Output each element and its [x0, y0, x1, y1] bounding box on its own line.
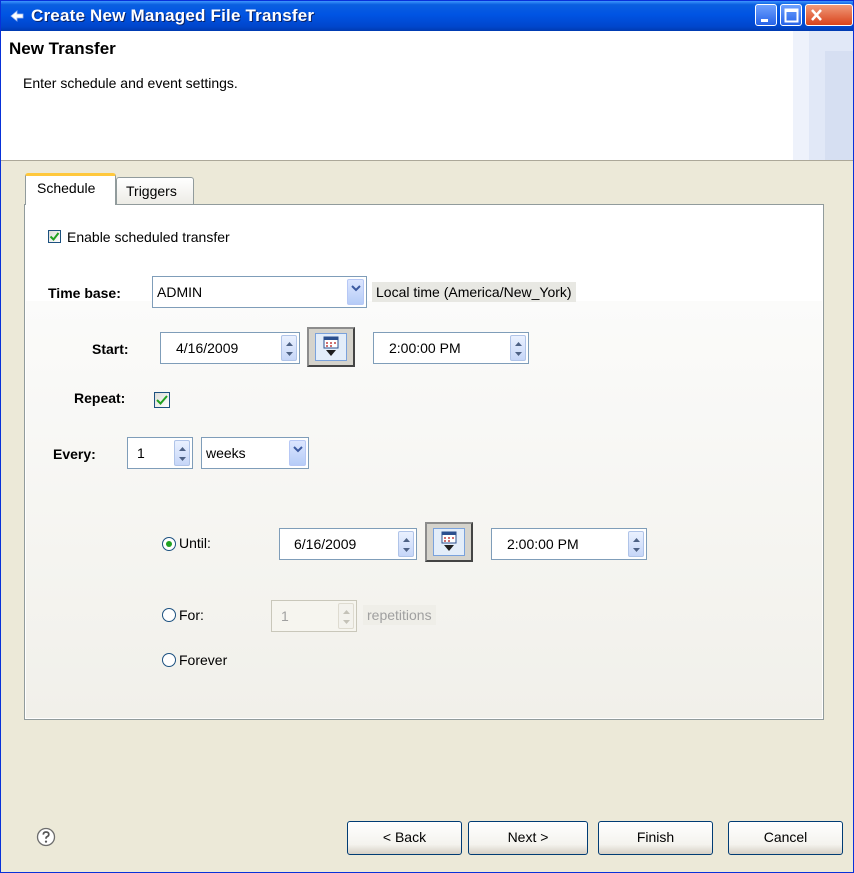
- close-button[interactable]: [805, 4, 853, 26]
- for-radio[interactable]: [162, 608, 176, 622]
- tab-triggers[interactable]: Triggers: [116, 177, 194, 205]
- page-title: New Transfer: [9, 39, 116, 58]
- until-radio[interactable]: [162, 537, 176, 551]
- enable-scheduled-transfer-checkbox[interactable]: [48, 230, 61, 243]
- app-icon: [10, 10, 24, 22]
- start-date-value: 4/16/2009: [176, 340, 239, 356]
- for-repetitions-spinner[interactable]: 1: [271, 600, 357, 632]
- repeat-checkbox[interactable]: [154, 392, 170, 408]
- forever-label: Forever: [179, 652, 228, 668]
- spinner-arrows-icon: [286, 342, 293, 356]
- chevron-down-icon: [293, 446, 303, 453]
- every-unit-select[interactable]: weeks: [201, 437, 309, 469]
- finish-button[interactable]: Finish: [598, 821, 713, 855]
- start-time-spinner[interactable]: 2:00:00 PM: [373, 332, 529, 364]
- every-value: 1: [137, 445, 145, 461]
- until-date-spin-buttons[interactable]: [398, 531, 414, 557]
- repeat-label: Repeat:: [74, 390, 126, 406]
- spinner-arrows-icon: [633, 538, 640, 552]
- page-description: Enter schedule and event settings.: [23, 75, 238, 91]
- until-date-spinner[interactable]: 6/16/2009: [279, 528, 417, 560]
- tab-schedule[interactable]: Schedule: [25, 173, 116, 205]
- forever-radio[interactable]: [162, 653, 176, 667]
- calendar-icon: [441, 531, 457, 551]
- start-date-spin-buttons[interactable]: [281, 335, 297, 361]
- time-base-value: ADMIN: [157, 284, 203, 300]
- dialog-window: Create New Managed File Transfer New Tra…: [0, 0, 854, 873]
- spinner-arrows-icon: [179, 447, 186, 461]
- header-banner-graphic: [793, 31, 853, 160]
- minimize-button[interactable]: [755, 4, 777, 26]
- until-date-calendar-button[interactable]: [425, 522, 473, 562]
- repetitions-label: repetitions: [363, 605, 436, 625]
- spinner-arrows-icon: [403, 538, 410, 552]
- for-value: 1: [281, 608, 289, 624]
- next-button[interactable]: Next >: [468, 821, 588, 855]
- start-date-calendar-button[interactable]: [307, 327, 355, 367]
- every-unit-dropdown-button[interactable]: [289, 440, 306, 466]
- time-zone-note: Local time (America/New_York): [372, 282, 576, 302]
- start-time-spin-buttons[interactable]: [510, 335, 526, 361]
- time-base-select[interactable]: ADMIN: [152, 276, 367, 308]
- every-label: Every:: [53, 446, 96, 462]
- every-unit-value: weeks: [206, 445, 246, 461]
- until-label: Until:: [179, 535, 211, 551]
- for-label: For:: [179, 607, 204, 623]
- help-icon[interactable]: [36, 827, 56, 847]
- wizard-header: New Transfer Enter schedule and event se…: [1, 31, 853, 161]
- every-value-spinner[interactable]: 1: [127, 437, 193, 469]
- start-label: Start:: [92, 341, 129, 357]
- tab-triggers-label: Triggers: [126, 183, 177, 199]
- minimize-icon: [761, 19, 768, 22]
- maximize-button[interactable]: [780, 4, 802, 26]
- close-icon: [811, 9, 822, 21]
- until-date-value: 6/16/2009: [294, 536, 357, 552]
- chevron-down-icon: [351, 285, 361, 292]
- until-time-spin-buttons[interactable]: [628, 531, 644, 557]
- radio-selected-dot: [166, 541, 172, 547]
- maximize-icon: [784, 8, 799, 23]
- until-time-value: 2:00:00 PM: [507, 536, 579, 552]
- window-title: Create New Managed File Transfer: [31, 6, 315, 25]
- until-time-spinner[interactable]: 2:00:00 PM: [491, 528, 647, 560]
- enable-scheduled-transfer-label: Enable scheduled transfer: [67, 229, 230, 245]
- start-date-spinner[interactable]: 4/16/2009: [160, 332, 300, 364]
- time-base-dropdown-button[interactable]: [347, 279, 364, 305]
- calendar-icon: [323, 336, 339, 356]
- title-bar[interactable]: Create New Managed File Transfer: [1, 1, 853, 31]
- checkmark-icon: [49, 232, 60, 242]
- spinner-arrows-icon: [515, 342, 522, 356]
- start-time-value: 2:00:00 PM: [389, 340, 461, 356]
- time-base-label: Time base:: [48, 285, 121, 301]
- tab-schedule-label: Schedule: [37, 180, 96, 196]
- every-value-spin-buttons[interactable]: [174, 440, 190, 466]
- checkmark-icon: [156, 395, 168, 405]
- cancel-button[interactable]: Cancel: [728, 821, 843, 855]
- for-spin-buttons[interactable]: [338, 603, 354, 629]
- spinner-arrows-icon: [343, 610, 350, 624]
- back-button[interactable]: < Back: [347, 821, 462, 855]
